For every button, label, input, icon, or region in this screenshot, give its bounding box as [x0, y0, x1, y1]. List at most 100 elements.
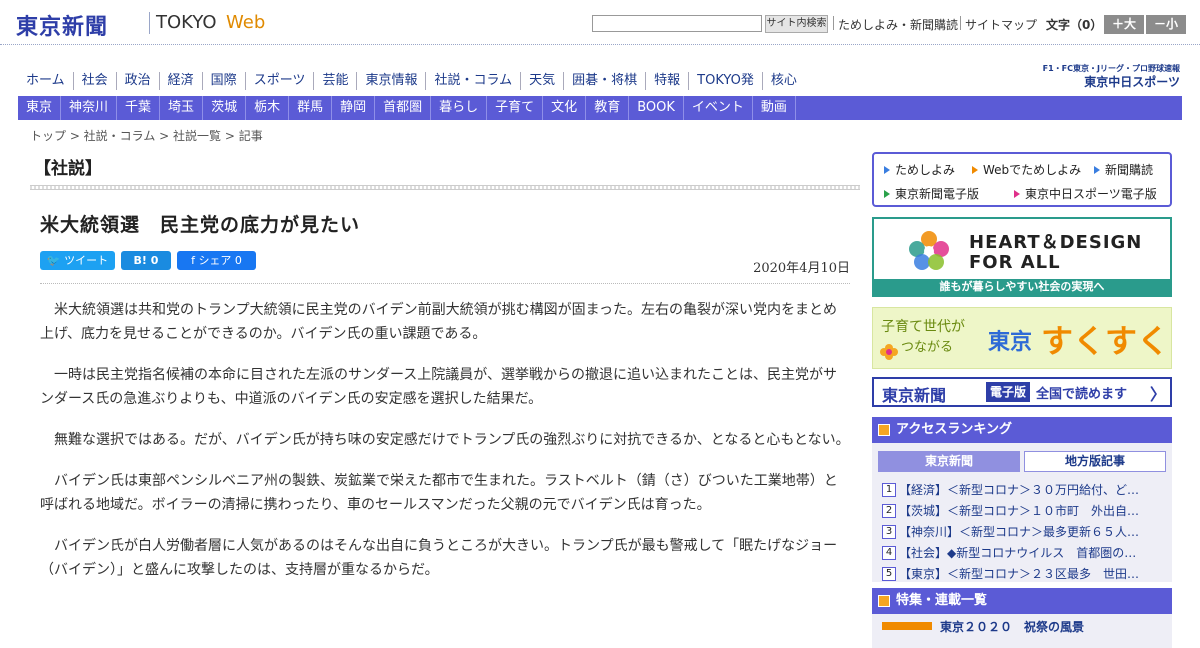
global-nav-item[interactable]: 囲碁・将棋 — [564, 72, 647, 90]
rank-text: 【経済】＜新型コロナ＞３０万円給付、ど… — [899, 483, 1140, 497]
local-nav-item[interactable]: 東京 — [18, 96, 62, 120]
rank-text: 【茨城】＜新型コロナ＞１０市町 外出自… — [899, 504, 1140, 518]
promo-link-chunichi-digital[interactable]: 東京中日スポーツ電子版 — [1014, 185, 1157, 202]
tab-label: 地方版記事 — [1064, 454, 1125, 468]
logo-divider — [149, 12, 150, 34]
local-nav-item[interactable]: 子育て — [487, 96, 544, 120]
promo-label: 東京中日スポーツ電子版 — [1025, 187, 1157, 201]
local-nav-item[interactable]: 教育 — [586, 96, 630, 120]
article-paragraph: バイデン氏は東部ペンシルベニア州の製鉄、炭鉱業で栄えた都市で生まれた。ラストベル… — [40, 473, 838, 513]
digital-edition-banner[interactable]: 東京新聞 電子版 全国で読めます 〉 — [872, 377, 1172, 407]
article-paragraph: 一時は民主党指名候補の本命に目された左派のサンダース上院議員が、選挙戦からの撤退… — [40, 367, 838, 407]
rank-number: 4 — [882, 545, 896, 560]
feature-item-title[interactable]: 東京２０２０ 祝祭の風景 — [940, 618, 1084, 635]
local-nav-item[interactable]: 千葉 — [117, 96, 161, 120]
heart-design-banner[interactable]: HEART＆DESIGN FOR ALL 誰もが暮らしやすい社会の実現へ — [872, 217, 1172, 297]
global-nav-item[interactable]: スポーツ — [246, 72, 315, 90]
local-nav-item[interactable]: 静岡 — [332, 96, 376, 120]
ranking-item[interactable]: 1 【経済】＜新型コロナ＞３０万円給付、ど… — [882, 479, 1168, 500]
global-nav-item[interactable]: 政治 — [117, 72, 160, 90]
ranking-item[interactable]: 3 【神奈川】＜新型コロナ＞最多更新６５人… — [882, 521, 1168, 542]
chunichi-subtitle: F1・FC東京・Jリーグ・プロ野球速報 — [1042, 64, 1180, 73]
local-nav-item[interactable]: 神奈川 — [61, 96, 118, 120]
section-label: 【社説】 — [34, 159, 102, 179]
font-size-down-button[interactable]: －小 — [1146, 15, 1186, 34]
chunichi-sports-link[interactable]: F1・FC東京・Jリーグ・プロ野球速報 東京中日スポーツ — [1020, 64, 1180, 90]
global-nav-item[interactable]: 国際 — [203, 72, 246, 90]
promo-link-subscribe[interactable]: 新聞購読 — [1094, 161, 1153, 178]
global-nav-item[interactable]: 特報 — [646, 72, 690, 90]
global-nav-item[interactable]: 経済 — [160, 72, 203, 90]
global-nav: ホーム 社会 政治 経済 国際 スポーツ 芸能 東京情報 社説・コラム 天気 囲碁・将棋 特報 TOKY… — [18, 70, 805, 92]
sitemap-link[interactable]: サイトマップ — [965, 16, 1037, 33]
site-header: 東京新聞 TOKYO Web サイト内検索 ためしよみ・新聞購読 サイトマップ … — [0, 0, 1200, 45]
section-divider — [30, 185, 860, 190]
rank-text: 【東京】＜新型コロナ＞２３区最多 世田… — [899, 567, 1140, 581]
global-nav-item[interactable]: 社説・コラム — [426, 72, 522, 90]
ranking-item[interactable]: 5 【東京】＜新型コロナ＞２３区最多 世田… — [882, 563, 1168, 584]
breadcrumb[interactable]: トップ > 社説・コラム > 社説一覧 > 記事 — [30, 127, 263, 144]
flower-icon — [880, 344, 898, 360]
global-nav-item[interactable]: 天気 — [521, 72, 565, 90]
arrow-icon — [972, 166, 978, 174]
article-paragraph: 無難な選択ではある。だが、バイデン氏が持ち味の安定感だけでトランプ氏の強烈ぶりに… — [54, 432, 850, 448]
article-divider — [40, 283, 850, 284]
local-nav-item[interactable]: 群馬 — [289, 96, 333, 120]
global-nav-item[interactable]: 芸能 — [314, 72, 358, 90]
sukusuku-banner[interactable]: 子育て世代が つながる 東京 すくすく — [872, 307, 1172, 369]
flower-logo-icon — [909, 231, 949, 270]
share-label: シェア 0 — [198, 254, 242, 267]
promo-link-trial[interactable]: ためしよみ — [884, 161, 955, 178]
promo-link-digital[interactable]: 東京新聞電子版 — [884, 185, 979, 202]
logo-web-text[interactable]: Web — [226, 12, 265, 33]
global-nav-item[interactable]: 社会 — [74, 72, 117, 90]
search-input[interactable] — [592, 15, 762, 32]
site-logo[interactable]: 東京新聞 — [16, 9, 108, 41]
ranking-item[interactable]: 2 【茨城】＜新型コロナ＞１０市町 外出自… — [882, 500, 1168, 521]
trial-subscribe-link[interactable]: ためしよみ・新聞購読 — [838, 16, 958, 33]
facebook-share-button[interactable]: f シェア 0 — [177, 251, 256, 270]
ranking-list: 1 【経済】＜新型コロナ＞３０万円給付、ど… 2 【茨城】＜新型コロナ＞１０市町 外出… — [882, 479, 1168, 584]
local-nav-item[interactable]: イベント — [684, 96, 753, 120]
local-nav-item[interactable]: 首都圏 — [375, 96, 432, 120]
search-button[interactable]: サイト内検索 — [765, 15, 828, 33]
global-nav-item[interactable]: TOKYO発 — [689, 72, 763, 90]
local-nav-item[interactable]: 文化 — [543, 96, 587, 120]
rank-number: 5 — [882, 566, 896, 581]
feature-header: 特集・連載一覧 — [872, 588, 1172, 614]
chunichi-title: 東京中日スポーツ — [1084, 75, 1180, 89]
square-bullet-icon — [878, 424, 890, 436]
hatena-bookmark-button[interactable]: B! 0 — [121, 251, 171, 270]
feature-thumbnail[interactable] — [882, 622, 932, 630]
global-nav-item[interactable]: ホーム — [18, 72, 74, 90]
fontsize-label: 文字（0） — [1046, 18, 1103, 32]
sukusuku-tagline1: 子育て世代が — [881, 319, 965, 335]
global-nav-item[interactable]: 核心 — [763, 72, 805, 90]
rank-number: 1 — [882, 482, 896, 497]
access-ranking: アクセスランキング 東京新聞 地方版記事 1 【経済】＜新型コロナ＞３０万円給付、… — [872, 417, 1172, 582]
header-divider — [960, 16, 961, 30]
local-nav-item[interactable]: 動画 — [753, 96, 796, 120]
article-body: 米大統領選は共和党のトランプ大統領に民主党のバイデン前副大統領が挑む構図が固まっ… — [40, 298, 850, 599]
header-divider — [833, 16, 834, 30]
ranking-item[interactable]: 4 【社会】◆新型コロナウイルス 首都圏の… — [882, 542, 1168, 563]
arrow-icon — [884, 190, 890, 198]
local-nav-item[interactable]: 暮らし — [431, 96, 488, 120]
logo-tokyo-text[interactable]: TOKYO — [156, 12, 217, 33]
tab-ranking-tokyo[interactable]: 東京新聞 — [878, 451, 1020, 472]
promo-label: ためしよみ — [895, 163, 956, 177]
promo-link-web-trial[interactable]: Webでためしよみ — [972, 161, 1081, 178]
local-nav-item[interactable]: 埼玉 — [160, 96, 204, 120]
promo-label: 新聞購読 — [1105, 163, 1154, 177]
tweet-button[interactable]: 🐦 ツイート — [40, 251, 115, 270]
promo-label: Webでためしよみ — [983, 163, 1082, 177]
global-nav-item[interactable]: 東京情報 — [357, 72, 427, 90]
rank-number: 2 — [882, 503, 896, 518]
twitter-icon: 🐦 — [46, 254, 65, 267]
font-size-up-button[interactable]: ＋大 — [1104, 15, 1144, 34]
local-nav-item[interactable]: 茨城 — [203, 96, 247, 120]
local-nav-item[interactable]: 栃木 — [246, 96, 290, 120]
article-headline: 米大統領選 民主党の底力が見たい — [40, 214, 361, 236]
local-nav-item[interactable]: BOOK — [629, 96, 684, 120]
tab-ranking-local[interactable]: 地方版記事 — [1024, 451, 1166, 472]
